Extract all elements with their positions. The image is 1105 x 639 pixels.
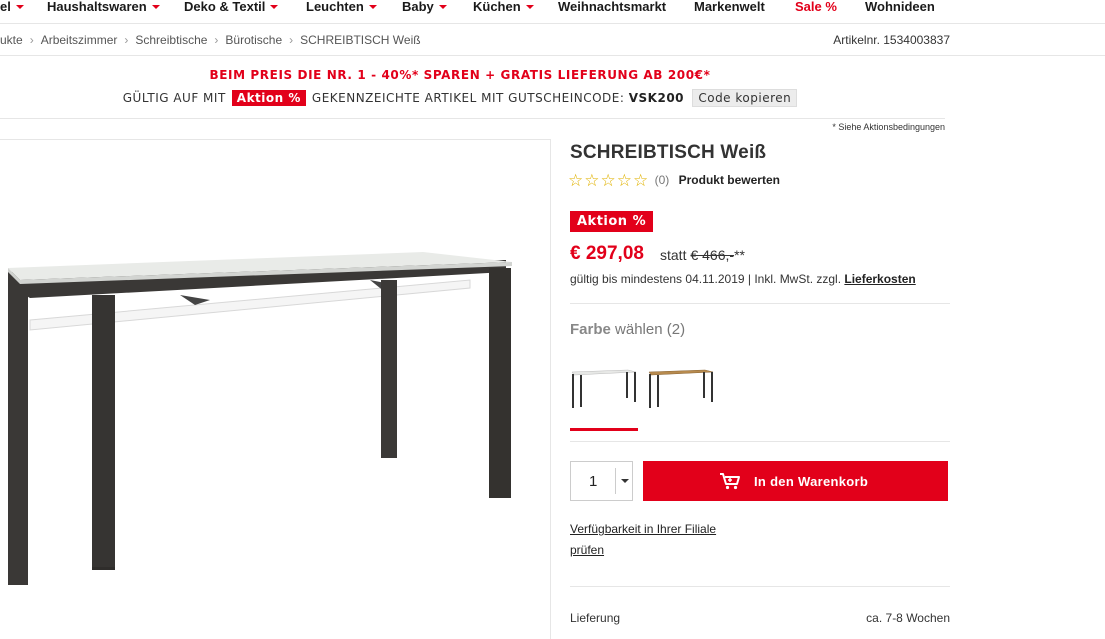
old-price: € 466,- [690, 247, 735, 263]
store-availability-link[interactable]: Verfügbarkeit in Ihrer Filiale prüfen [570, 519, 716, 561]
chevron-down-icon [270, 5, 279, 9]
aktion-badge-small: Aktion % [231, 90, 306, 106]
article-number: Artikelnr. 1534003837 [833, 33, 950, 47]
chevron-down-icon [151, 5, 160, 9]
desk-oak-thumbnail [648, 369, 714, 408]
color-swatch-white[interactable] [570, 362, 638, 414]
nav-item-deko-textil[interactable]: Deko & Textil [184, 0, 279, 14]
promo-middle: GEKENNZEICHTE ARTIKEL MIT GUTSCHEINCODE: [311, 91, 625, 105]
old-price-footnote: ** [734, 247, 745, 263]
star-outline-icon[interactable]: ☆ [633, 172, 648, 189]
chevron-right-icon: › [289, 33, 294, 47]
promo-headline: BEIM PREIS DIE NR. 1 - 40%* SPAREN + GRA… [209, 68, 711, 82]
nav-item-wohnideen[interactable]: Wohnideen [865, 0, 935, 14]
availability-line-1: Verfügbarkeit in Ihrer Filiale [570, 522, 717, 536]
divider [0, 118, 945, 119]
nav-item-label: Baby [402, 0, 434, 14]
nav-item-label: el [0, 0, 11, 14]
nav-item-label: Haushaltswaren [47, 0, 147, 14]
star-outline-icon[interactable]: ☆ [568, 172, 583, 189]
divider [0, 55, 1105, 56]
cart-icon [719, 472, 741, 493]
color-swatch-oak[interactable] [647, 362, 715, 414]
chevron-down-icon [368, 5, 377, 9]
quantity-select[interactable]: 1 [570, 461, 633, 501]
top-navigation: el Haushaltswaren Deko & Textil Leuchten… [0, 0, 1105, 24]
nav-item-label: Leuchten [306, 0, 364, 14]
nav-item-label: Markenwelt [694, 0, 765, 14]
promo-prefix: GÜLTIG AUF MIT [122, 91, 226, 105]
product-title: SCHREIBTISCH Weiß [570, 142, 767, 163]
validity-text: gültig bis mindestens 04.11.2019 | Inkl.… [570, 272, 842, 286]
breadcrumb: ukte › Arbeitszimmer › Schreibtische › Bürotis… [0, 33, 421, 47]
farbe-label: Farbe [570, 321, 611, 338]
breadcrumb-item-buerotische[interactable]: Bürotische [225, 33, 282, 47]
copy-code-button[interactable]: Code kopieren [692, 89, 798, 107]
promo-code: VSK200 [628, 91, 685, 105]
add-to-cart-button[interactable]: In den Warenkorb [643, 461, 948, 501]
quantity-value: 1 [589, 473, 598, 490]
shipping-costs-link[interactable]: Lieferkosten [844, 272, 915, 286]
color-selector-label: Farbe wählen (2) [570, 321, 685, 338]
selected-swatch-indicator [570, 428, 638, 431]
delivery-label: Lieferung [570, 611, 621, 625]
delivery-time: ca. 7-8 Wochen [866, 611, 950, 625]
star-outline-icon[interactable]: ☆ [617, 172, 632, 189]
promo-code-line: GÜLTIG AUF MIT Aktion % GEKENNZEICHTE ARTI… [0, 89, 920, 107]
rating-count: (0) [654, 173, 670, 187]
add-to-cart-label: In den Warenkorb [754, 474, 869, 489]
breadcrumb-current: SCHREIBTISCH Weiß [300, 33, 421, 47]
star-outline-icon[interactable]: ☆ [584, 172, 599, 189]
nav-item-haushaltswaren[interactable]: Haushaltswaren [47, 0, 160, 14]
star-outline-icon[interactable]: ☆ [601, 172, 616, 189]
breadcrumb-item-arbeitszimmer[interactable]: Arbeitszimmer [41, 33, 118, 47]
nav-item-label: Sale % [795, 0, 837, 14]
chevron-right-icon: › [124, 33, 129, 47]
divider [570, 586, 950, 587]
chevron-right-icon: › [29, 33, 34, 47]
nav-item-weihnachtsmarkt[interactable]: Weihnachtsmarkt [558, 0, 666, 14]
availability-line-2: prüfen [570, 543, 605, 557]
desk-white-thumbnail [571, 369, 637, 408]
rating-row: ☆☆☆☆☆ (0) Produkt bewerten [568, 172, 780, 190]
chevron-down-icon [15, 5, 24, 9]
price-validity: gültig bis mindestens 04.11.2019 | Inkl.… [570, 272, 916, 286]
divider [570, 441, 950, 442]
chevron-down-icon [438, 5, 447, 9]
nav-item-el[interactable]: el [0, 0, 24, 14]
nav-item-label: Weihnachtsmarkt [558, 0, 667, 14]
product-image-frame [0, 139, 551, 639]
divider [570, 303, 950, 304]
breadcrumb-item-schreibtische[interactable]: Schreibtische [135, 33, 207, 47]
farbe-count: wählen (2) [615, 321, 686, 338]
old-price-line: statt € 466,-** [660, 247, 745, 263]
nav-item-baby[interactable]: Baby [402, 0, 447, 14]
nav-item-kuechen[interactable]: Küchen [473, 0, 534, 14]
nav-item-leuchten[interactable]: Leuchten [306, 0, 377, 14]
chevron-right-icon: › [214, 33, 219, 47]
chevron-down-icon [525, 5, 534, 9]
nav-item-label: Küchen [473, 0, 521, 14]
promo-conditions-link[interactable]: * Siehe Aktionsbedingungen [832, 122, 945, 132]
nav-item-label: Deko & Textil [184, 0, 266, 14]
aktion-badge: Aktion % [570, 211, 654, 232]
nav-item-label: Wohnideen [865, 0, 935, 14]
rate-product-link[interactable]: Produkt bewerten [679, 173, 780, 187]
statt-label: statt [660, 247, 687, 263]
nav-item-markenwelt[interactable]: Markenwelt [694, 0, 765, 14]
product-image[interactable] [0, 140, 551, 639]
current-price: € 297,08 [570, 243, 644, 264]
breadcrumb-item[interactable]: ukte [0, 33, 23, 47]
nav-item-sale[interactable]: Sale % [795, 0, 837, 14]
chevron-down-icon [621, 479, 629, 483]
divider [615, 468, 616, 494]
